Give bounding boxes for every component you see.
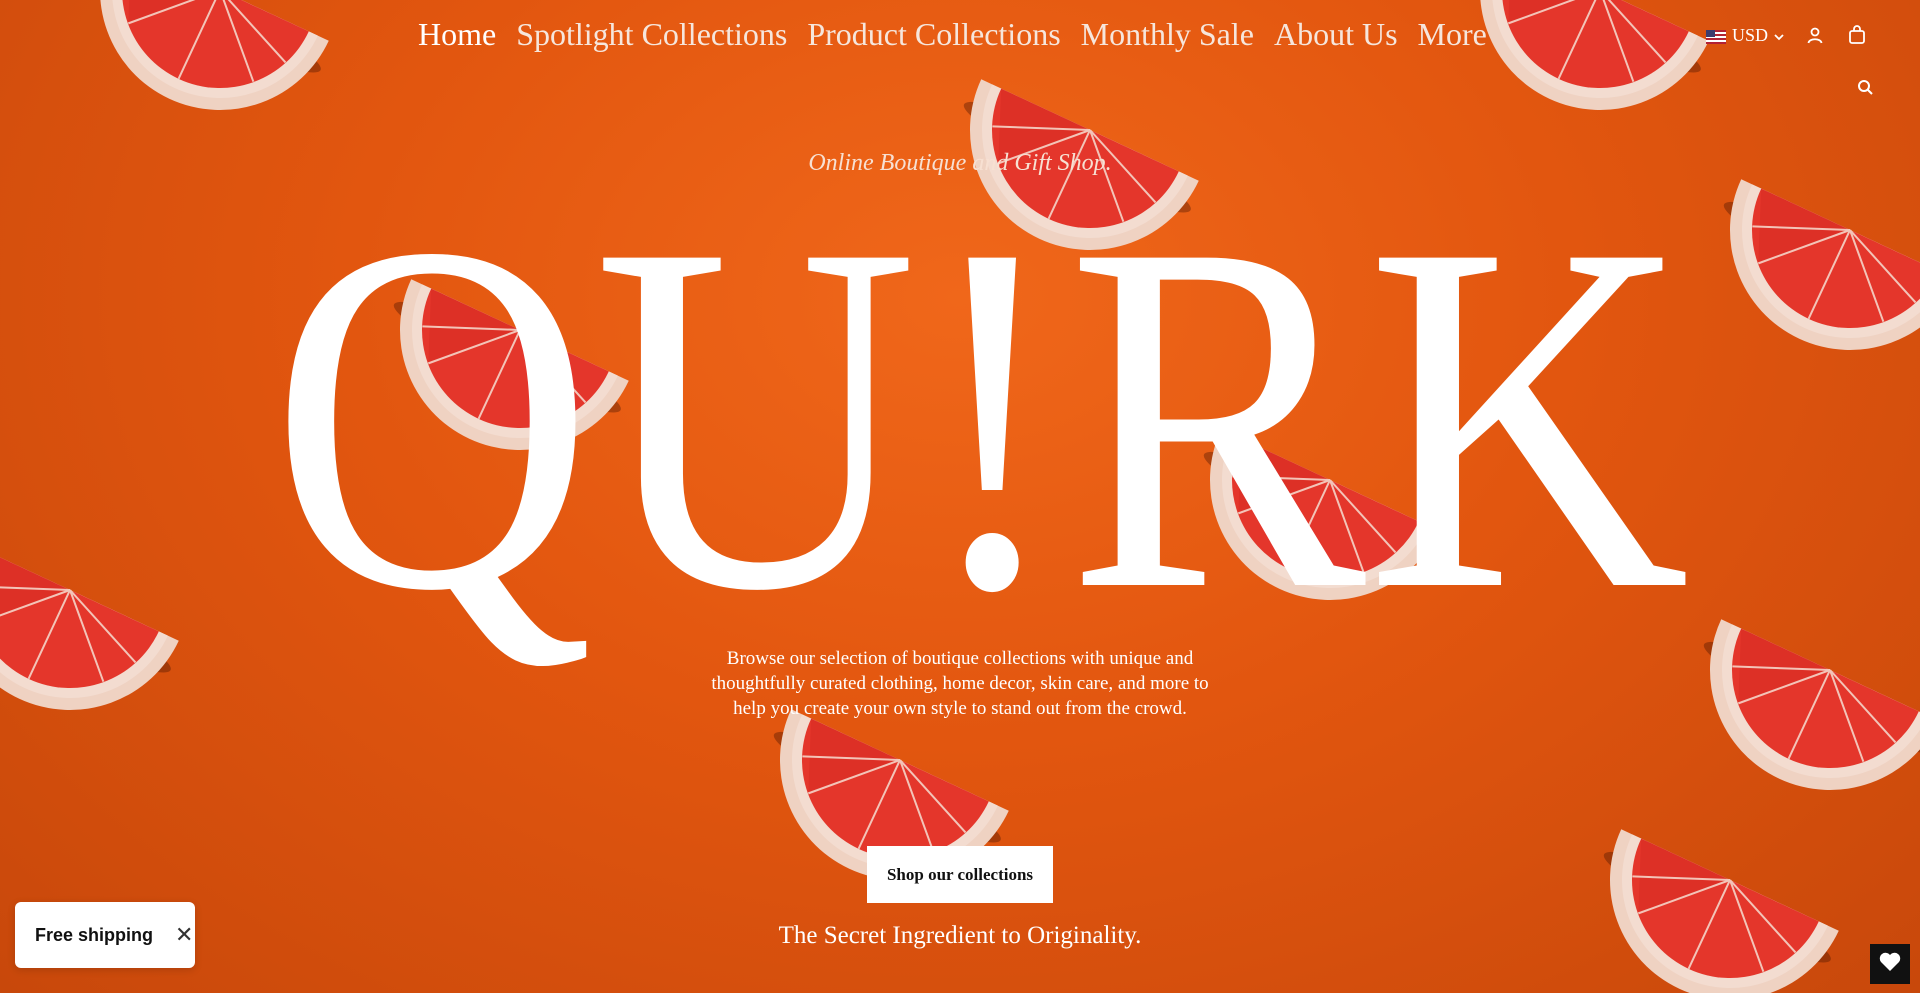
currency-label: USD [1731,24,1768,45]
free-shipping-toast[interactable]: Free shipping ✕ [15,902,195,968]
nav-item-spotlight-collections[interactable]: Spotlight Collections [516,16,787,53]
nav-item-monthly-sale[interactable]: Monthly Sale [1081,16,1254,53]
hero-slogan: The Secret Ingredient to Originality. [778,922,1142,949]
brand-wordmark: QU!RK [260,140,1700,700]
shop-collections-button[interactable]: Shop our collections [867,846,1053,903]
user-icon[interactable] [1804,24,1826,46]
header-utilities: USD [1705,24,1868,46]
main-navigation: Home Spotlight Collections Product Colle… [418,16,1487,53]
toast-label: Free shipping [35,924,154,945]
chevron-down-icon [1774,25,1784,46]
currency-selector[interactable]: USD [1705,24,1784,46]
search-icon[interactable] [1854,76,1876,98]
wishlist-button[interactable] [1870,944,1910,984]
us-flag-icon [1705,28,1726,44]
brand-wordmark-text: QU!RK [270,200,1690,694]
hero-description: Browse our selection of boutique collect… [711,648,1209,719]
nav-item-product-collections[interactable]: Product Collections [807,16,1060,53]
nav-item-home[interactable]: Home [418,16,496,53]
shopping-bag-icon[interactable] [1846,24,1868,46]
heart-icon [1879,952,1901,977]
nav-item-about-us[interactable]: About Us [1274,16,1398,53]
hero-tagline: Online Boutique and Gift Shop. [808,150,1112,176]
nav-item-more[interactable]: More [1418,16,1487,53]
close-icon[interactable]: ✕ [175,922,193,948]
